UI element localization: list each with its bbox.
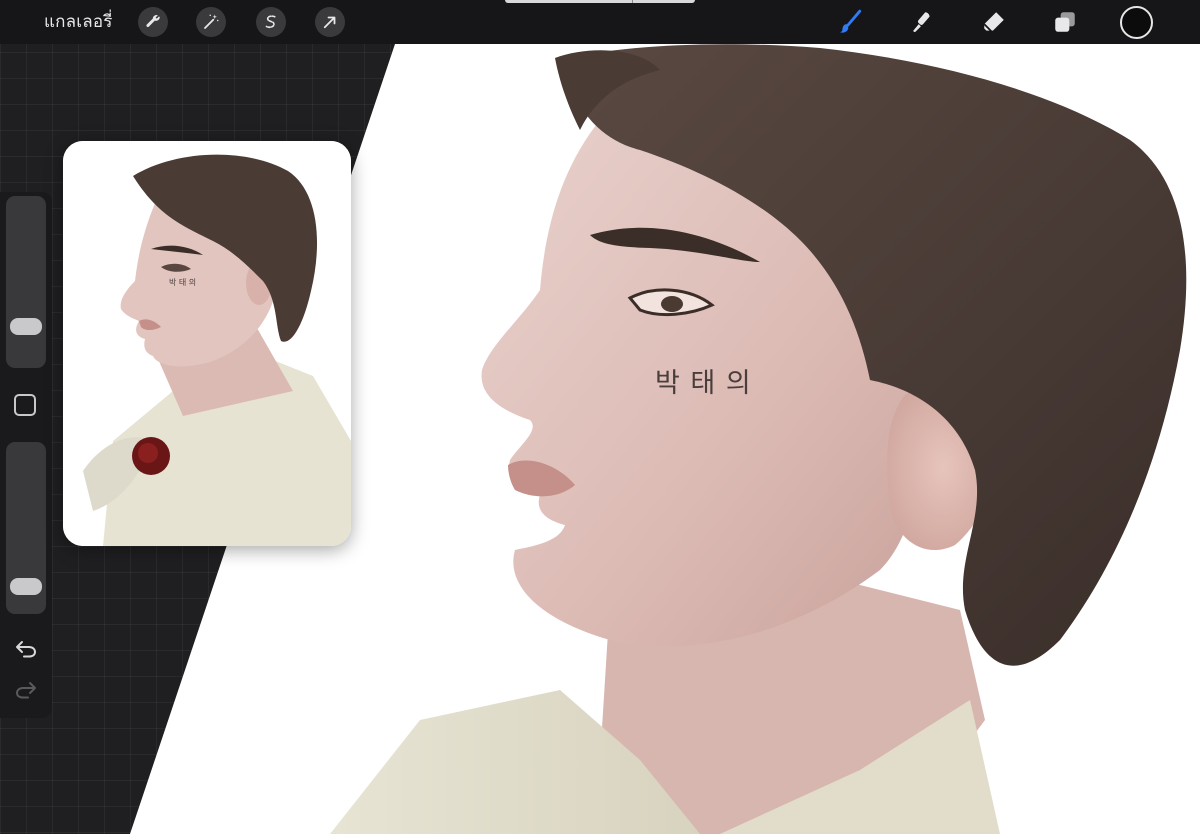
- actions-button[interactable]: [138, 7, 168, 37]
- paint-brush-button[interactable]: [834, 6, 866, 38]
- brush-icon: [839, 9, 862, 33]
- window-grabber[interactable]: [505, 0, 695, 3]
- brush-size-thumb[interactable]: [10, 317, 42, 335]
- brush-size-slider[interactable]: [6, 196, 46, 368]
- wrench-icon: [146, 14, 160, 28]
- reference-cheek-text: 박 태 의: [169, 277, 196, 287]
- iris: [661, 296, 683, 312]
- redo-button[interactable]: [13, 679, 39, 701]
- selection-s-icon: [265, 15, 276, 29]
- color-swatch-button[interactable]: [1120, 6, 1153, 39]
- left-sidebar: [0, 192, 52, 718]
- layers-button[interactable]: [1049, 6, 1081, 38]
- smudge-icon: [913, 12, 930, 32]
- selection-button[interactable]: [256, 7, 286, 37]
- gallery-button[interactable]: แกลเลอรี่: [44, 9, 113, 35]
- magic-wand-icon: [204, 14, 219, 29]
- opacity-thumb[interactable]: [10, 578, 42, 596]
- arrow-cursor-icon: [323, 16, 336, 29]
- adjustments-button[interactable]: [196, 7, 226, 37]
- grabber-divider: [632, 0, 633, 3]
- reference-window[interactable]: 박 태 의: [63, 141, 351, 546]
- eraser-button[interactable]: [978, 6, 1010, 38]
- cheek-text: 박 태 의: [655, 368, 752, 399]
- reference-image: 박 태 의: [63, 141, 351, 546]
- undo-button[interactable]: [13, 638, 39, 660]
- modify-button[interactable]: [14, 394, 36, 416]
- transform-button[interactable]: [315, 7, 345, 37]
- eraser-icon: [983, 12, 1004, 33]
- top-toolbar: แกลเลอรี่: [0, 0, 1200, 44]
- redo-icon: [16, 682, 36, 699]
- layers-icon: [1055, 12, 1075, 32]
- smudge-button[interactable]: [906, 6, 938, 38]
- opacity-slider[interactable]: [6, 442, 46, 614]
- undo-icon: [16, 641, 36, 658]
